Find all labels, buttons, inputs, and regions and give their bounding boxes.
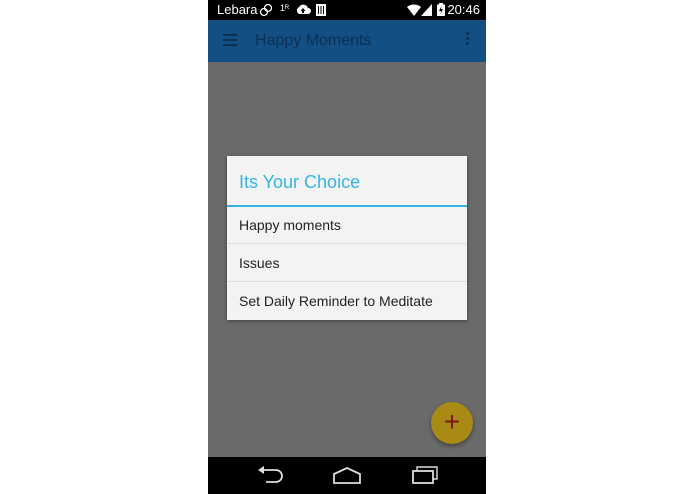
wifi-icon [407, 4, 421, 16]
signal-icon [421, 4, 432, 16]
recents-icon[interactable] [411, 466, 439, 484]
option-issues[interactable]: Issues [227, 245, 467, 282]
option-daily-reminder[interactable]: Set Daily Reminder to Meditate [227, 283, 467, 320]
app-title: Happy Moments [255, 32, 372, 49]
navigation-bar [208, 457, 486, 494]
link-icon [259, 3, 273, 17]
roaming-label: 1ᴿ [280, 3, 290, 13]
storage-icon [316, 4, 326, 16]
cloud-upload-icon [296, 4, 311, 14]
carrier-label: Lebara [217, 2, 258, 17]
dialog-title: Its Your Choice [239, 172, 361, 192]
status-bar: Lebara 1ᴿ 20:46 [208, 0, 486, 20]
option-happy-moments[interactable]: Happy moments [227, 207, 467, 244]
overflow-menu-icon[interactable] [466, 32, 469, 47]
phone-screen: Lebara 1ᴿ 20:46 Happy Moments Its Your C… [208, 0, 486, 494]
clock: 20:46 [447, 2, 480, 17]
home-icon[interactable] [332, 466, 362, 484]
back-icon[interactable] [256, 465, 284, 485]
add-fab-button[interactable]: + [431, 402, 473, 444]
menu-icon[interactable] [223, 34, 237, 46]
battery-icon [437, 3, 445, 16]
app-bar: Happy Moments [208, 20, 486, 62]
choice-dialog: Its Your Choice Happy moments Issues Set… [227, 156, 467, 320]
